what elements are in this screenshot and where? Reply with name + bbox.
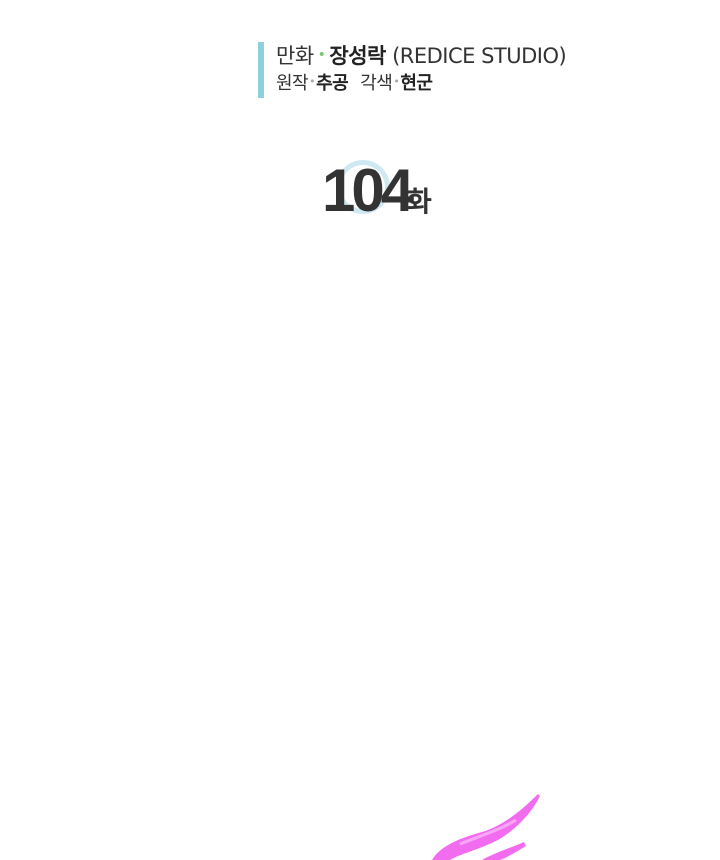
artist-name: 장성락 bbox=[329, 44, 386, 68]
adapt-name: 현군 bbox=[400, 73, 433, 94]
original-name: 추공 bbox=[316, 73, 349, 94]
artist-studio: (REDICE STUDIO) bbox=[392, 44, 567, 68]
episode-title: 104 화 bbox=[322, 156, 462, 226]
artist-role: 만화 bbox=[276, 44, 314, 68]
separator-dot-icon: • bbox=[317, 47, 326, 63]
adapt-role: 각색 bbox=[360, 73, 393, 94]
pink-brush-stroke-icon bbox=[432, 794, 540, 860]
credit-line-writers: 원작•추공 각색•현군 bbox=[276, 71, 566, 97]
separator-dot-icon: • bbox=[393, 75, 400, 88]
episode-suffix: 화 bbox=[406, 185, 432, 218]
original-role: 원작 bbox=[276, 73, 309, 94]
separator-dot-icon: • bbox=[309, 75, 316, 88]
episode-number: 104 bbox=[322, 157, 414, 224]
credits-block: 만화 • 장성락 (REDICE STUDIO) 원작•추공 각색•현군 bbox=[258, 42, 567, 98]
credit-line-artist: 만화 • 장성락 (REDICE STUDIO) bbox=[276, 42, 567, 71]
